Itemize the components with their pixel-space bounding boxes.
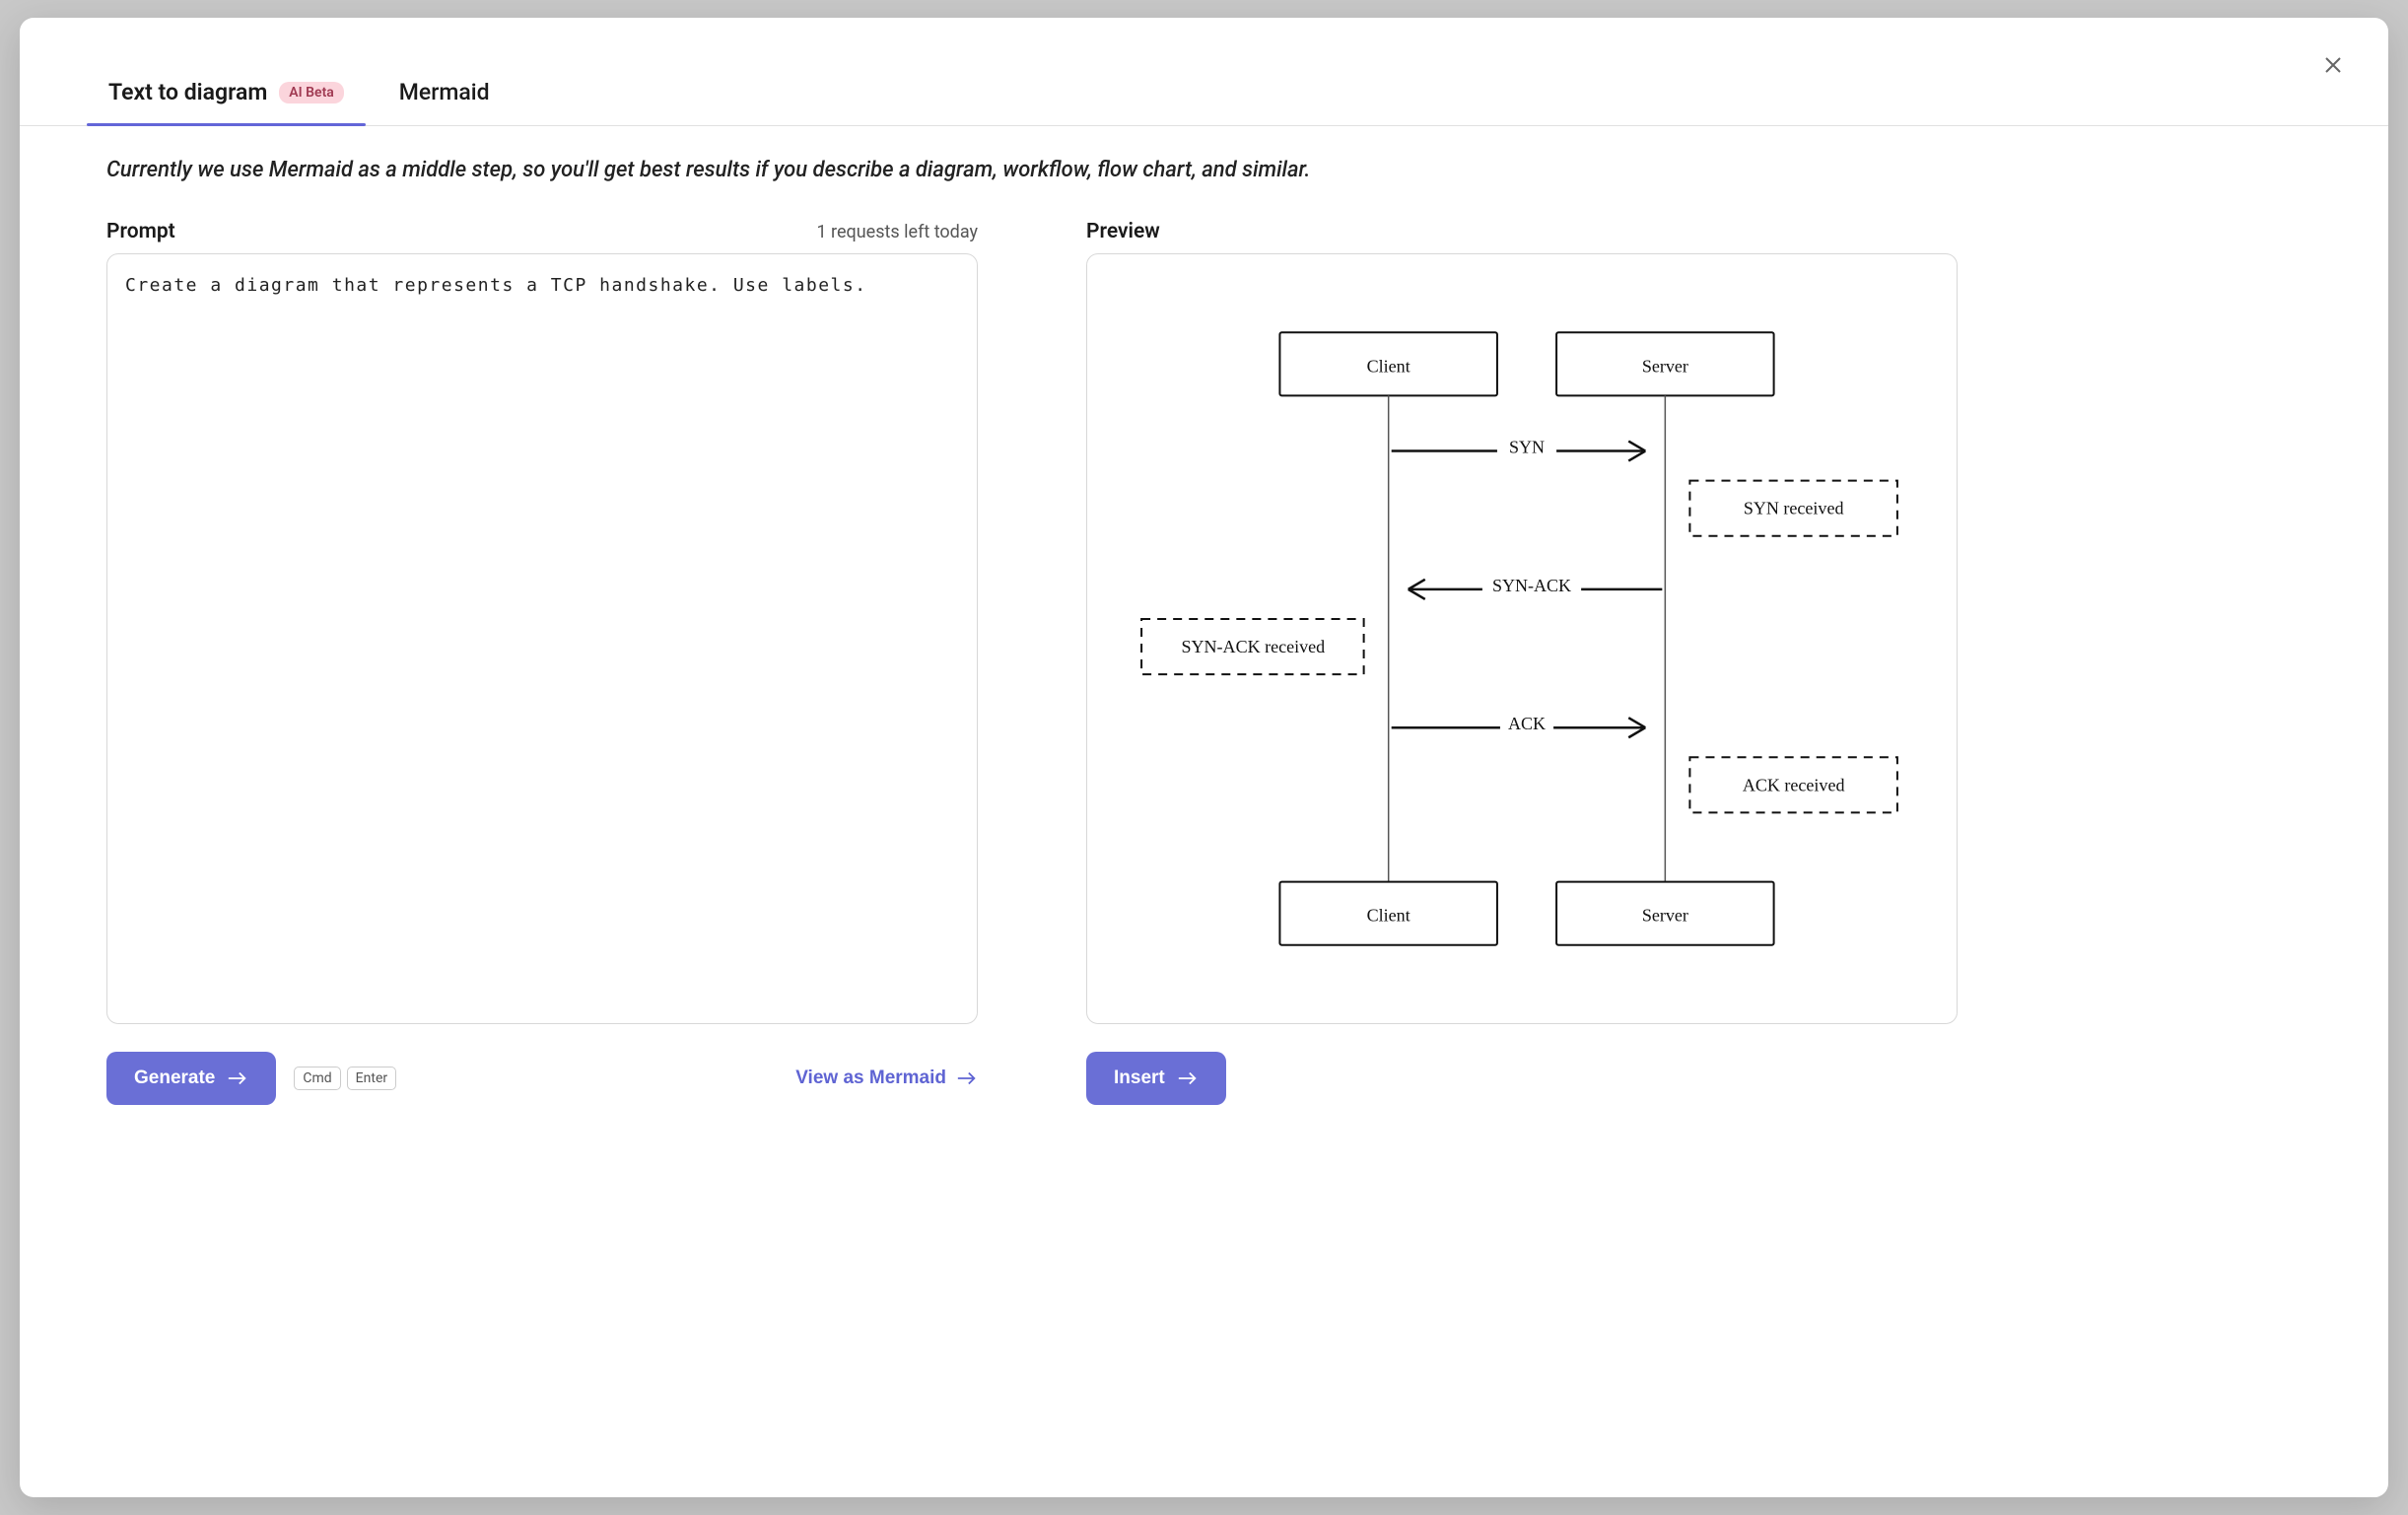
diagram-modal: Text to diagram AI Beta Mermaid Currentl… [20, 18, 2388, 1497]
shortcut-hint: Cmd Enter [294, 1067, 396, 1090]
close-button[interactable] [2313, 45, 2353, 85]
msg-syn-ack: SYN-ACK [1492, 576, 1571, 595]
tab-mermaid[interactable]: Mermaid [395, 79, 494, 125]
prompt-column: Prompt 1 requests left today Generate Cm… [106, 220, 978, 1497]
columns: Prompt 1 requests left today Generate Cm… [106, 220, 2302, 1497]
preview-title: Preview [1086, 220, 1160, 243]
arrow-right-icon [227, 1071, 248, 1085]
modal-body: Currently we use Mermaid as a middle ste… [20, 126, 2388, 1497]
kbd-enter: Enter [347, 1067, 396, 1090]
participant-client-bottom: Client [1367, 906, 1410, 926]
insert-label: Insert [1114, 1067, 1165, 1089]
tab-bar: Text to diagram AI Beta Mermaid [20, 18, 2388, 126]
prompt-footer: Generate Cmd Enter View as Mermaid [106, 1052, 978, 1105]
participant-client-top: Client [1367, 356, 1410, 376]
view-as-mermaid-label: View as Mermaid [795, 1067, 946, 1089]
prompt-header: Prompt 1 requests left today [106, 220, 978, 243]
arrow-right-icon [1177, 1071, 1199, 1085]
tab-text-to-diagram[interactable]: Text to diagram AI Beta [104, 79, 348, 125]
tab-label: Text to diagram [108, 79, 267, 105]
note-ack-received: ACK received [1743, 775, 1845, 794]
participant-server-bottom: Server [1642, 906, 1688, 926]
generate-button[interactable]: Generate [106, 1052, 276, 1105]
preview-box: Client Server SYN SYN received [1086, 253, 1958, 1024]
generate-label: Generate [134, 1067, 215, 1089]
prompt-box [106, 253, 978, 1024]
prompt-textarea[interactable] [125, 272, 959, 1005]
participant-server-top: Server [1642, 356, 1688, 376]
view-as-mermaid-link[interactable]: View as Mermaid [795, 1067, 978, 1089]
note-syn-ack-received: SYN-ACK received [1181, 637, 1325, 656]
preview-column: Preview Client Server [1086, 220, 1958, 1497]
preview-header: Preview [1086, 220, 1958, 243]
close-icon [2321, 53, 2345, 77]
helper-text: Currently we use Mermaid as a middle ste… [106, 158, 2302, 182]
note-syn-received: SYN received [1744, 499, 1844, 518]
msg-syn: SYN [1509, 438, 1545, 457]
ai-beta-badge: AI Beta [279, 82, 344, 103]
msg-ack: ACK [1508, 714, 1546, 733]
arrow-right-icon [956, 1071, 978, 1085]
sequence-diagram: Client Server SYN SYN received [1107, 274, 1937, 1003]
prompt-title: Prompt [106, 220, 175, 243]
preview-footer: Insert [1086, 1052, 1958, 1105]
tab-label: Mermaid [399, 79, 490, 105]
kbd-cmd: Cmd [294, 1067, 340, 1090]
requests-left: 1 requests left today [816, 222, 978, 242]
insert-button[interactable]: Insert [1086, 1052, 1226, 1105]
